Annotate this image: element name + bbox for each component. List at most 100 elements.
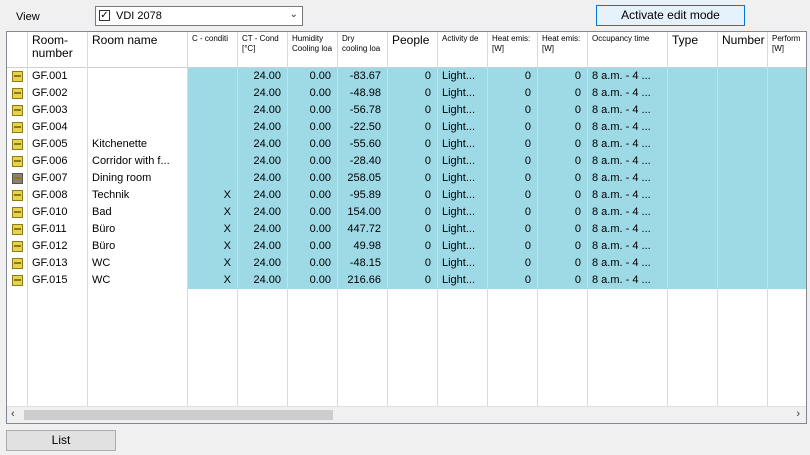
cell-num[interactable]: GF.012 [28,238,88,255]
cell-occ[interactable]: 8 a.m. - 4 ... [588,136,668,153]
cell-he2[interactable]: 0 [538,170,588,187]
cell-he1[interactable]: 0 [488,136,538,153]
cell-ct[interactable]: 24.00 [238,85,288,102]
cell-people[interactable]: 0 [388,238,438,255]
cell-he2[interactable]: 0 [538,221,588,238]
cell-dry[interactable]: -48.98 [338,85,388,102]
table-row[interactable]: GF.008 Technik X 24.00 0.00 -95.89 0 Light... 0 0… [7,187,806,204]
cell-people[interactable]: 0 [388,272,438,289]
cell-num[interactable]: GF.002 [28,85,88,102]
cell-dry[interactable]: 49.98 [338,238,388,255]
cell-ct[interactable]: 24.00 [238,153,288,170]
cell-dry[interactable]: 216.66 [338,272,388,289]
table-row[interactable]: GF.004 24.00 0.00 -22.50 0 Light... 0 0 8 a.m. -… [7,119,806,136]
cell-hum[interactable]: 0.00 [288,136,338,153]
checkbox-icon[interactable]: ✓ [99,10,110,21]
cell-act[interactable]: Light... [438,221,488,238]
cell-hum[interactable]: 0.00 [288,187,338,204]
cell-empty[interactable] [668,187,718,204]
cell-occ[interactable]: 8 a.m. - 4 ... [588,102,668,119]
cell-name[interactable]: Corridor with f... [88,153,188,170]
cell-dry[interactable]: -55.60 [338,136,388,153]
cell-he2[interactable]: 0 [538,255,588,272]
cell-dry[interactable]: -83.67 [338,68,388,85]
cell-c[interactable] [188,153,238,170]
cell-occ[interactable]: 8 a.m. - 4 ... [588,255,668,272]
cell-empty[interactable] [668,272,718,289]
cell-people[interactable]: 0 [388,68,438,85]
cell-num[interactable]: GF.003 [28,102,88,119]
column-header[interactable]: CT - Cond [°C] [238,32,288,67]
column-header[interactable]: Perform [W] [768,32,806,67]
cell-empty[interactable] [768,153,806,170]
column-header[interactable]: Heat emis: [W] [538,32,588,67]
cell-hum[interactable]: 0.00 [288,255,338,272]
cell-name[interactable] [88,68,188,85]
cell-empty[interactable] [668,68,718,85]
cell-he2[interactable]: 0 [538,85,588,102]
cell-c[interactable] [188,119,238,136]
cell-people[interactable]: 0 [388,204,438,221]
cell-hum[interactable]: 0.00 [288,170,338,187]
table-row[interactable]: GF.010 Bad X 24.00 0.00 154.00 0 Light... 0 0 8 a.… [7,204,806,221]
cell-he2[interactable]: 0 [538,119,588,136]
cell-he1[interactable]: 0 [488,272,538,289]
cell-c[interactable] [188,136,238,153]
cell-num[interactable]: GF.010 [28,204,88,221]
cell-occ[interactable]: 8 a.m. - 4 ... [588,238,668,255]
cell-num[interactable]: GF.001 [28,68,88,85]
cell-he1[interactable]: 0 [488,68,538,85]
cell-act[interactable]: Light... [438,170,488,187]
cell-ct[interactable]: 24.00 [238,255,288,272]
cell-hum[interactable]: 0.00 [288,204,338,221]
column-header[interactable]: Type [668,32,718,67]
cell-empty[interactable] [718,187,768,204]
cell-dry[interactable]: 447.72 [338,221,388,238]
cell-people[interactable]: 0 [388,170,438,187]
cell-empty[interactable] [718,153,768,170]
cell-name[interactable]: Dining room [88,170,188,187]
cell-name[interactable]: Kitchenette [88,136,188,153]
cell-empty[interactable] [668,102,718,119]
cell-dry[interactable]: 154.00 [338,204,388,221]
cell-occ[interactable]: 8 a.m. - 4 ... [588,85,668,102]
cell-act[interactable]: Light... [438,255,488,272]
cell-c[interactable] [188,68,238,85]
cell-name[interactable]: WC [88,272,188,289]
cell-hum[interactable]: 0.00 [288,221,338,238]
cell-empty[interactable] [718,85,768,102]
table-row[interactable]: GF.015 WC X 24.00 0.00 216.66 0 Light... 0 0 8 a.m… [7,272,806,289]
cell-hum[interactable]: 0.00 [288,153,338,170]
table-row[interactable]: GF.002 24.00 0.00 -48.98 0 Light... 0 0 8 a.m. -… [7,85,806,102]
cell-he1[interactable]: 0 [488,85,538,102]
cell-name[interactable] [88,119,188,136]
table-row[interactable]: GF.001 24.00 0.00 -83.67 0 Light... 0 0 8 a.m. -… [7,68,806,85]
cell-c[interactable] [188,85,238,102]
cell-num[interactable]: GF.006 [28,153,88,170]
cell-empty[interactable] [668,119,718,136]
cell-empty[interactable] [668,153,718,170]
cell-he1[interactable]: 0 [488,238,538,255]
cell-c[interactable]: X [188,204,238,221]
cell-empty[interactable] [768,136,806,153]
cell-empty[interactable] [718,68,768,85]
cell-empty[interactable] [768,204,806,221]
cell-empty[interactable] [768,221,806,238]
cell-occ[interactable]: 8 a.m. - 4 ... [588,187,668,204]
cell-ct[interactable]: 24.00 [238,221,288,238]
cell-hum[interactable]: 0.00 [288,238,338,255]
cell-name[interactable] [88,85,188,102]
column-header[interactable]: Heat emis: [W] [488,32,538,67]
cell-empty[interactable] [718,272,768,289]
cell-empty[interactable] [668,221,718,238]
cell-he1[interactable]: 0 [488,153,538,170]
cell-he2[interactable]: 0 [538,187,588,204]
cell-people[interactable]: 0 [388,221,438,238]
column-header[interactable]: Number [718,32,768,67]
cell-people[interactable]: 0 [388,136,438,153]
cell-empty[interactable] [668,255,718,272]
table-row[interactable]: GF.011 Büro X 24.00 0.00 447.72 0 Light... 0 0 8 a… [7,221,806,238]
cell-he1[interactable]: 0 [488,119,538,136]
cell-empty[interactable] [718,238,768,255]
cell-empty[interactable] [668,238,718,255]
